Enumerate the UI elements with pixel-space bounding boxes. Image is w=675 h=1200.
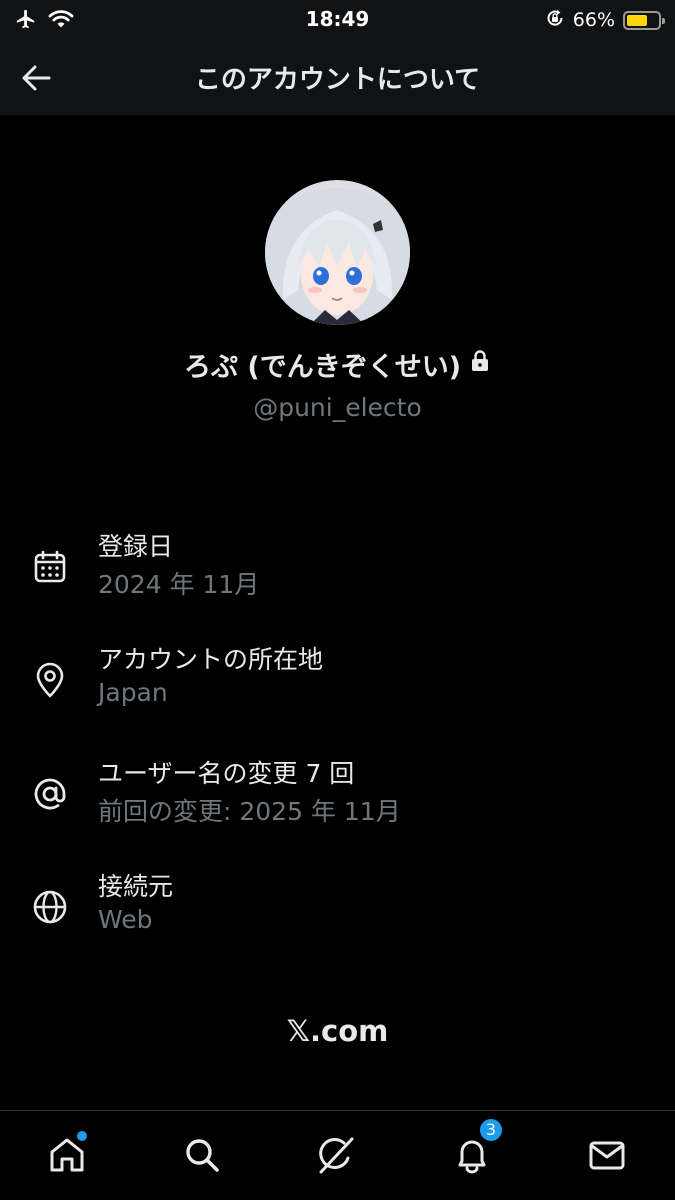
info-title: アカウントの所在地 xyxy=(98,645,324,674)
battery-icon xyxy=(623,10,665,30)
info-title: 接続元 xyxy=(98,872,174,901)
info-value: 2024 年 11月 xyxy=(98,570,260,599)
tab-bar: 3 xyxy=(0,1110,675,1200)
status-right: 66% xyxy=(545,8,665,32)
info-row-joined: 登録日 2024 年 11月 xyxy=(0,527,675,627)
calendar-icon xyxy=(30,547,70,587)
battery-percent: 66% xyxy=(572,9,615,31)
at-sign-icon xyxy=(30,774,70,814)
tab-search[interactable] xyxy=(180,1133,224,1177)
info-title: ユーザー名の変更 7 回 xyxy=(98,759,355,788)
battery-fill xyxy=(627,14,647,26)
mail-icon xyxy=(589,1141,625,1170)
page-title: このアカウントについて xyxy=(194,65,481,95)
tab-home[interactable] xyxy=(45,1131,89,1177)
display-name: ろぷ (でんきぞくせい) xyxy=(183,352,462,383)
lock-icon xyxy=(469,349,491,380)
grok-icon xyxy=(319,1137,354,1174)
info-row-location: アカウントの所在地 Japan xyxy=(0,640,675,740)
home-notification-dot xyxy=(77,1131,87,1141)
handle: @puni_electo xyxy=(253,393,422,422)
header: このアカウントについて xyxy=(0,38,675,115)
status-bar: 18:49 66% xyxy=(0,0,675,38)
about-account-screen: 18:49 66% このアカウントについて ろぷ (でんきぞくせい) @puni… xyxy=(0,0,675,1200)
info-row-connected-via: 接続元 Web xyxy=(0,867,675,967)
avatar[interactable] xyxy=(265,180,410,325)
info-row-username-changes: ユーザー名の変更 7 回 前回の変更: 2025 年 11月 xyxy=(0,754,675,854)
globe-icon xyxy=(30,887,70,927)
info-value: 前回の変更: 2025 年 11月 xyxy=(98,797,401,826)
search-icon xyxy=(186,1139,219,1172)
info-value: Japan xyxy=(98,678,168,707)
home-icon xyxy=(50,1138,84,1172)
tab-grok[interactable] xyxy=(314,1133,358,1177)
display-name-row: ろぷ (でんきぞくせい) xyxy=(0,345,675,384)
info-value: Web xyxy=(98,905,153,934)
orientation-lock-icon xyxy=(545,8,565,32)
info-title: 登録日 xyxy=(98,532,174,561)
notification-badge: 3 xyxy=(478,1117,504,1143)
tab-messages[interactable] xyxy=(585,1133,629,1177)
tab-notifications[interactable]: 3 xyxy=(450,1117,504,1177)
location-pin-icon xyxy=(30,660,70,700)
x-com-link[interactable]: 𝕏.com xyxy=(0,1014,675,1048)
battery-cap xyxy=(662,17,665,24)
